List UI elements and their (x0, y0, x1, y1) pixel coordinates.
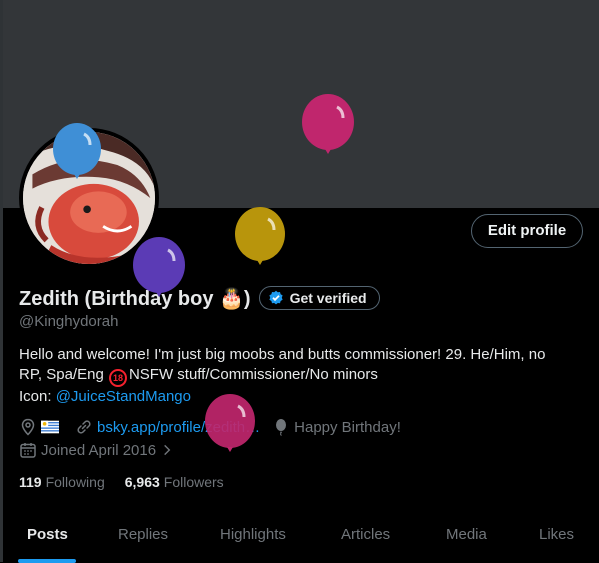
birthday-item: Happy Birthday! (272, 418, 401, 436)
magenta-balloon-icon (205, 394, 255, 452)
birthday-text: Happy Birthday! (294, 418, 401, 436)
adults-only-badge: 18 (108, 369, 127, 387)
get-verified-label: Get verified (289, 290, 367, 306)
edit-profile-button[interactable]: Edit profile (471, 214, 583, 248)
tab-posts[interactable]: Posts (27, 526, 68, 543)
tab-replies[interactable]: Replies (118, 526, 168, 543)
purple-balloon-icon (133, 237, 185, 297)
name-row: Zedith (Birthday boy 🎂) Get verified (19, 284, 380, 312)
tab-articles[interactable]: Articles (341, 526, 390, 543)
active-tab-indicator (18, 559, 76, 563)
bio-line-1: Hello and welcome! I'm just big moobs an… (19, 346, 546, 363)
username-handle: @Kinghydorah (19, 313, 119, 330)
chevron-right-icon (164, 444, 171, 456)
link-icon (77, 420, 91, 434)
joined-row: Joined April 2016 (19, 440, 190, 460)
following-count: 119 (19, 474, 42, 490)
followers-link[interactable]: 6,963 Followers (125, 474, 224, 490)
joined-item[interactable]: Joined April 2016 (19, 441, 178, 459)
bio: Hello and welcome! I'm just big moobs an… (19, 345, 584, 407)
location-item (19, 418, 63, 436)
verified-badge-icon (268, 290, 283, 305)
followers-count: 6,963 (124, 474, 160, 490)
icon-credit-mention-link[interactable]: @JuiceStandMango (56, 388, 191, 405)
bio-text: Icon: (19, 388, 56, 405)
profile-tabs: Posts Replies Highlights Articles Media … (0, 510, 599, 563)
blue-balloon-icon (53, 123, 101, 179)
following-label: Following (45, 474, 105, 490)
gold-balloon-icon (235, 207, 285, 265)
get-verified-button[interactable]: Get verified (258, 286, 380, 310)
tab-media[interactable]: Media (446, 526, 487, 543)
bio-line-3: Icon: @JuiceStandMango (19, 387, 584, 407)
uruguay-flag-icon (41, 420, 59, 434)
balloon-icon (276, 419, 287, 436)
following-link[interactable]: 119 Following (19, 474, 105, 490)
follow-stats: 119 Following 6,963 Followers (19, 474, 244, 490)
followers-label: Followers (163, 474, 224, 490)
bio-line-2: RP, Spa/Eng 18 NSFW stuff/Commissioner/No… (19, 365, 584, 387)
bio-text: NSFW stuff/Commissioner/No minors (128, 366, 378, 383)
left-border (0, 0, 3, 562)
tab-highlights[interactable]: Highlights (220, 526, 286, 543)
tab-likes[interactable]: Likes (539, 526, 574, 543)
location-pin-icon (21, 418, 35, 436)
calendar-icon (20, 443, 36, 458)
joined-date: Joined April 2016 (41, 441, 157, 459)
pink-balloon-icon (302, 94, 354, 154)
bio-text: RP, Spa/Eng (19, 366, 108, 383)
